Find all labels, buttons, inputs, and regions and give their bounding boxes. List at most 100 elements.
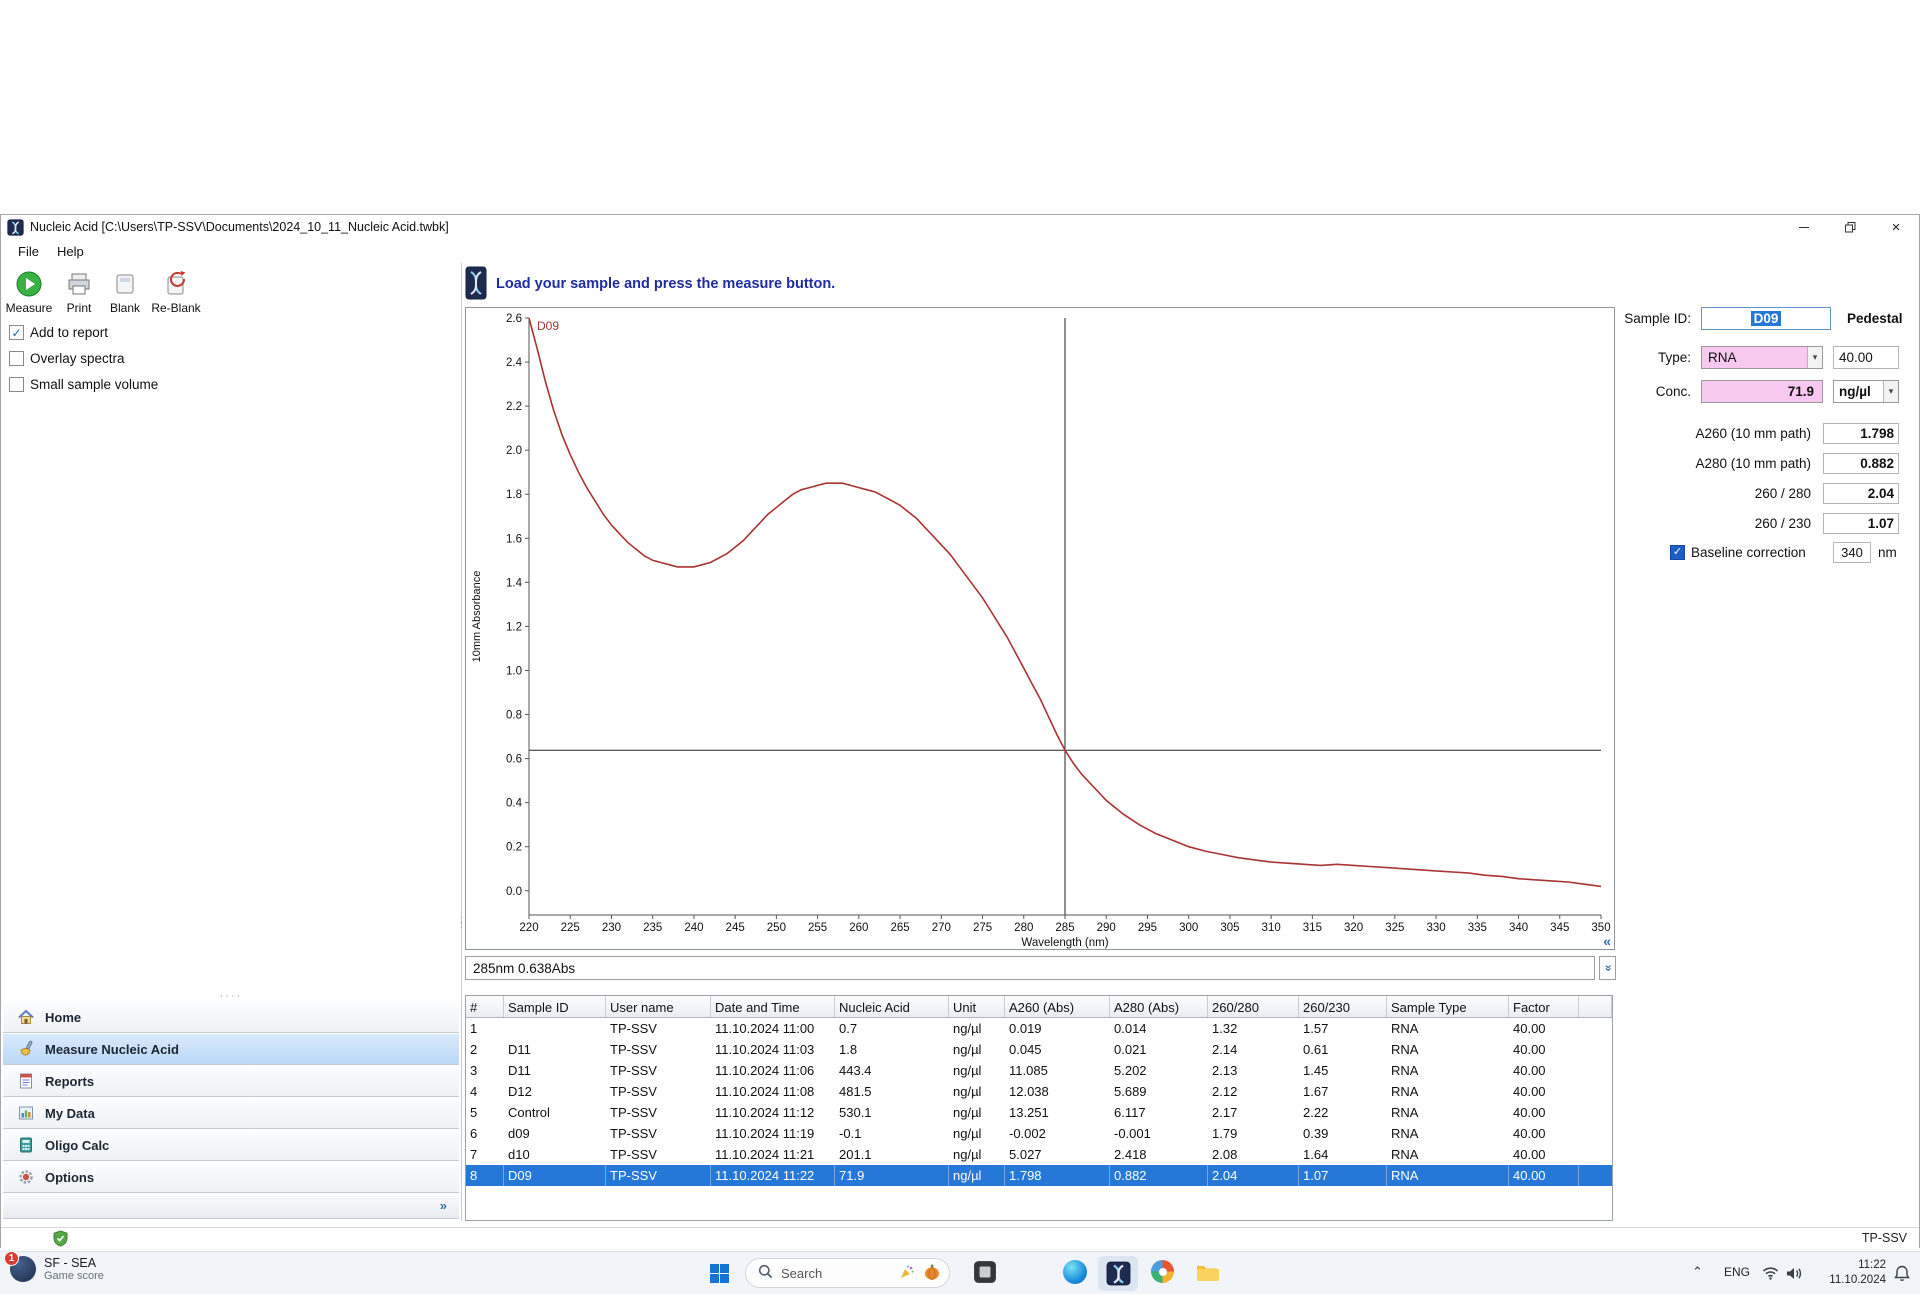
table-cell [504, 1018, 606, 1039]
column-header-a260-abs-[interactable]: A260 (Abs) [1005, 996, 1110, 1017]
svg-text:1.8: 1.8 [506, 489, 522, 501]
column-header-sample-id[interactable]: Sample ID [504, 996, 606, 1017]
baseline-wavelength-input[interactable]: 340 [1833, 542, 1871, 563]
table-row[interactable]: 4 D12 TP-SSV 11.10.2024 11:08 481.5 ng/µl 12.0… [466, 1081, 1612, 1102]
sports-widget-icon: 1 [4, 1251, 36, 1282]
column-header--[interactable]: # [466, 996, 504, 1017]
chevron-down-icon: ▾ [1807, 347, 1822, 368]
table-row[interactable]: 7 d10 TP-SSV 11.10.2024 11:21 201.1 ng/µl 5.02… [466, 1144, 1612, 1165]
spectrum-chart[interactable]: 0.0 0.2 0.4 0.6 0.8 1.0 1.2 1.4 1.6 1.8 2.0 2.2 2.4 2… [465, 307, 1615, 950]
column-header-a280-abs-[interactable]: A280 (Abs) [1110, 996, 1208, 1017]
edge-browser-icon[interactable] [1063, 1260, 1087, 1284]
measure-button[interactable]: Measure [3, 269, 55, 325]
sidebar-item-options[interactable]: Options [3, 1161, 459, 1193]
menu-help[interactable]: Help [48, 239, 93, 263]
column-header-260-230[interactable]: 260/230 [1299, 996, 1387, 1017]
conc-unit-select[interactable]: ng/µl ▾ [1833, 380, 1899, 403]
blank-button[interactable]: Blank [103, 269, 147, 325]
column-header-date-and-time[interactable]: Date and Time [711, 996, 835, 1017]
close-button[interactable]: × [1873, 215, 1919, 239]
svg-text:2.0: 2.0 [506, 445, 522, 457]
column-header-260-280[interactable]: 260/280 [1208, 996, 1299, 1017]
search-box[interactable]: Search [745, 1258, 950, 1288]
pinned-dark-app-icon[interactable] [973, 1260, 997, 1284]
menu-bar: File Help [1, 239, 1919, 263]
svg-text:Wavelength (nm): Wavelength (nm) [1021, 937, 1108, 949]
column-header-factor[interactable]: Factor [1509, 996, 1579, 1017]
table-cell: ng/µl [953, 1147, 982, 1162]
sidebar-item-my-data[interactable]: My Data [3, 1097, 459, 1129]
clock[interactable]: 11:22 11.10.2024 [1806, 1258, 1886, 1288]
maximize-button[interactable] [1827, 215, 1873, 239]
column-header-unit[interactable]: Unit [949, 996, 1005, 1017]
svg-text:230: 230 [602, 922, 621, 934]
file-explorer-icon[interactable] [1195, 1260, 1219, 1284]
svg-text:275: 275 [973, 922, 992, 934]
tray-overflow-chevron[interactable]: ⌃ [1692, 1264, 1703, 1280]
table-cell: d10 [508, 1147, 530, 1162]
minimize-button[interactable] [1781, 215, 1827, 239]
notification-bell-icon[interactable] [1894, 1265, 1910, 1282]
svg-text:2.4: 2.4 [506, 357, 523, 369]
panel-divider-grip[interactable]: · · · [458, 913, 465, 933]
collapse-panel-icon[interactable]: « [1603, 933, 1611, 949]
svg-text:1.6: 1.6 [506, 533, 522, 545]
metric-row: 260 / 230 1.07 [1617, 508, 1917, 538]
sidebar-item-reports[interactable]: Reports [3, 1065, 459, 1097]
sidebar-item-measure-nucleic-acid[interactable]: Measure Nucleic Acid [3, 1033, 459, 1065]
nanodrop-app-taskbar-button[interactable] [1098, 1256, 1138, 1291]
volume-icon[interactable] [1786, 1266, 1803, 1281]
table-cell: 11.10.2024 11:22 [711, 1165, 835, 1186]
table-cell: 2.418 [1114, 1147, 1147, 1162]
table-cell: 0.045 [1009, 1042, 1042, 1057]
language-indicator[interactable]: ENG [1724, 1265, 1750, 1279]
conc-label: Conc. [1655, 384, 1691, 399]
photos-app-icon[interactable] [1151, 1260, 1174, 1283]
sample-id-input[interactable]: D09 [1701, 307, 1831, 330]
table-row[interactable]: 1 TP-SSV 11.10.2024 11:00 0.7 ng/µl 0.019 0.01… [466, 1018, 1612, 1039]
sidebar-item-home[interactable]: Home [3, 1001, 459, 1033]
table-cell: 6 [470, 1126, 478, 1141]
metric-row: 260 / 280 2.04 [1617, 478, 1917, 508]
column-header-nucleic-acid[interactable]: Nucleic Acid [835, 996, 949, 1017]
sidebar-item-oligo-calc[interactable]: Oligo Calc [3, 1129, 459, 1161]
baseline-correction-label: Baseline correction [1691, 544, 1806, 560]
table-cell: 3 [470, 1063, 478, 1078]
print-button[interactable]: Print [55, 269, 103, 325]
table-cell: 5.689 [1114, 1084, 1147, 1099]
table-row[interactable]: 2 D11 TP-SSV 11.10.2024 11:03 1.8 ng/µl 0.045 0… [466, 1039, 1612, 1060]
table-cell: 530.1 [839, 1105, 872, 1120]
baseline-correction-checkbox[interactable]: ✓ [1670, 544, 1685, 560]
svg-text:1.2: 1.2 [506, 621, 522, 633]
column-header-sample-type[interactable]: Sample Type [1387, 996, 1509, 1017]
instruction-message: Load your sample and press the measure b… [496, 276, 836, 292]
widgets-button[interactable]: 1 SF - SEA Game score [4, 1251, 104, 1282]
table-cell: 11.10.2024 11:08 [715, 1084, 815, 1099]
menu-file[interactable]: File [9, 239, 48, 263]
metric-label: A280 (10 mm path) [1695, 455, 1811, 471]
checkbox-add-to-report[interactable]: ✓ Add to report [9, 325, 158, 340]
checkbox-label: Add to report [30, 325, 109, 340]
table-cell: Control [508, 1105, 550, 1120]
nav-panel: ···· Home Measure Nucleic Acid Reports My D… [3, 990, 459, 1219]
options-icon [17, 1168, 35, 1186]
type-select[interactable]: RNA ▾ [1701, 346, 1823, 369]
column-header-user-name[interactable]: User name [606, 996, 711, 1017]
checkbox-overlay-spectra[interactable]: Overlay spectra [9, 351, 158, 366]
svg-text:0.0: 0.0 [506, 886, 522, 898]
re-blank-button[interactable]: Re-Blank [147, 269, 205, 325]
checkbox-small-sample-volume[interactable]: Small sample volume [9, 377, 158, 392]
table-row[interactable]: 8 D09 TP-SSV 11.10.2024 11:22 71.9 ng/µl 1.798… [466, 1165, 1612, 1186]
wifi-icon[interactable] [1762, 1266, 1779, 1280]
nav-expand-bar[interactable]: » [3, 1193, 459, 1219]
svg-text:310: 310 [1262, 922, 1281, 934]
nav-splitter-grip[interactable]: ···· [3, 990, 459, 1002]
expand-readout-button[interactable]: « [1599, 956, 1616, 980]
start-button[interactable] [710, 1264, 729, 1283]
table-row[interactable]: 5 Control TP-SSV 11.10.2024 11:12 530.1 ng/µl… [466, 1102, 1612, 1123]
table-row[interactable]: 3 D11 TP-SSV 11.10.2024 11:06 443.4 ng/µl 11.0… [466, 1060, 1612, 1081]
sample-id-value: D09 [1750, 311, 1782, 326]
table-row[interactable]: 6 d09 TP-SSV 11.10.2024 11:19 -0.1 ng/µl -0.00… [466, 1123, 1612, 1144]
svg-text:220: 220 [519, 922, 538, 934]
chevron-down-icon: « [1600, 964, 1615, 972]
